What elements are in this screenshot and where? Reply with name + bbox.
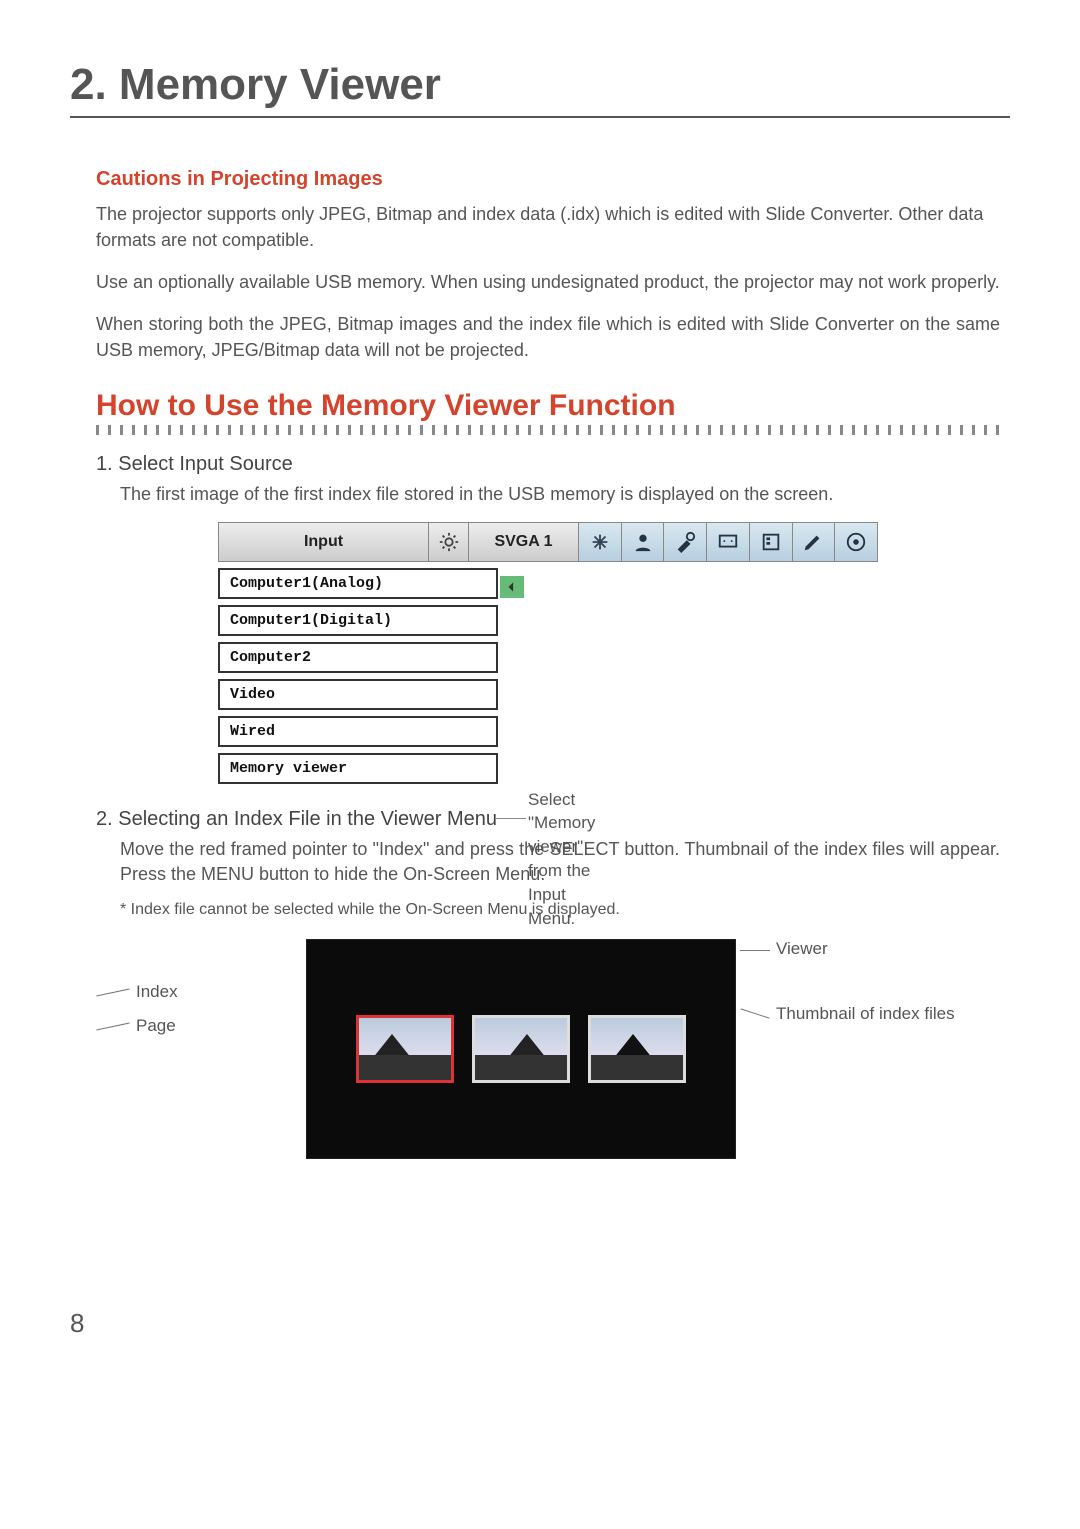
dotted-rule (96, 425, 1000, 435)
page-label: Page (96, 1009, 266, 1043)
menu-callout-line1: Select "Memory viewer" (528, 790, 595, 857)
person-icon (622, 523, 665, 561)
mode-cell: SVGA 1 (469, 523, 579, 561)
disc-icon (835, 523, 877, 561)
chapter-title: 2. Memory Viewer (70, 60, 1010, 118)
thumbnail[interactable] (588, 1015, 686, 1083)
viewer-label: Viewer (776, 939, 966, 959)
thumbnail[interactable] (356, 1015, 454, 1083)
howto-heading: How to Use the Memory Viewer Function (96, 389, 1000, 423)
cautions-para-3: When storing both the JPEG, Bitmap image… (96, 311, 1000, 363)
page-number: 8 (70, 1308, 84, 1339)
cautions-para-1: The projector supports only JPEG, Bitmap… (96, 201, 1000, 253)
source-item[interactable]: Wired (218, 716, 498, 747)
menu-bar: Input SVGA 1 (218, 522, 878, 562)
viewer-figure: Index Page Viewer Thumb (96, 939, 1000, 1159)
tools-icon (664, 523, 707, 561)
index-label: Index (96, 975, 266, 1009)
source-list: Computer1(Analog) Computer1(Digital) Com… (218, 568, 498, 784)
thumbnail[interactable] (472, 1015, 570, 1083)
cautions-para-2: Use an optionally available USB memory. … (96, 269, 1000, 295)
cautions-heading: Cautions in Projecting Images (96, 168, 1000, 191)
step1-desc: The first image of the first index file … (96, 482, 1000, 507)
list-icon (750, 523, 793, 561)
source-item[interactable]: Video (218, 679, 498, 710)
menu-title-cell: Input (219, 523, 429, 561)
pencil-icon (793, 523, 836, 561)
source-item[interactable]: Computer1(Digital) (218, 605, 498, 636)
arrow-marker-icon (500, 576, 524, 598)
source-item[interactable]: Memory viewer (218, 753, 498, 784)
screen-icon (707, 523, 750, 561)
menu-callout: Select "Memory viewer" from the Input Me… (528, 788, 595, 931)
thumbnail-label: Thumbnail of index files (776, 1003, 966, 1026)
gear-icon (429, 523, 469, 561)
source-item[interactable]: Computer1(Analog) (218, 568, 498, 599)
viewer-screen (306, 939, 736, 1159)
step1-heading: 1. Select Input Source (96, 453, 1000, 476)
source-item[interactable]: Computer2 (218, 642, 498, 673)
menu-callout-line2: from the Input Menu. (528, 861, 590, 928)
nav-icon (579, 523, 622, 561)
input-menu-figure: Input SVGA 1 Computer1(Analog) Computer1… (218, 522, 878, 784)
